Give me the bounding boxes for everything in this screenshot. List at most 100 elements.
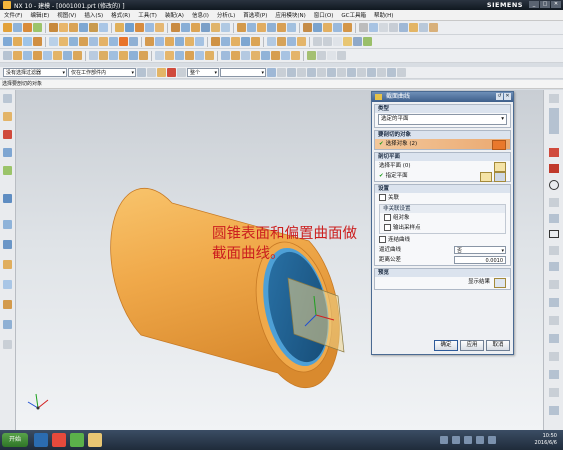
- extract-icon[interactable]: [257, 23, 266, 32]
- fillet-icon[interactable]: [549, 198, 559, 207]
- mirror-icon[interactable]: [247, 23, 256, 32]
- point-icon[interactable]: [3, 37, 12, 46]
- hole-icon[interactable]: [33, 23, 42, 32]
- menu-insert[interactable]: 插入(S): [80, 11, 107, 19]
- dialog-title-bar[interactable]: 截面曲线 ↺ ✕: [372, 92, 513, 102]
- shape-studio-icon[interactable]: [251, 51, 260, 60]
- close-button[interactable]: ✕: [551, 1, 561, 8]
- measure-icon[interactable]: [359, 23, 368, 32]
- swept-icon[interactable]: [165, 37, 174, 46]
- plane-type-dropdown[interactable]: [494, 172, 506, 182]
- synchronous-icon[interactable]: [165, 51, 174, 60]
- snap-view-icon[interactable]: [337, 51, 346, 60]
- curve-rule-select[interactable]: [220, 68, 266, 77]
- sweep-icon[interactable]: [333, 23, 342, 32]
- menu-edit[interactable]: 编辑(E): [26, 11, 53, 19]
- tray-update-icon[interactable]: [488, 436, 496, 444]
- offset-curve-icon[interactable]: [99, 37, 108, 46]
- ok-button[interactable]: 确定: [434, 340, 458, 351]
- arc-icon[interactable]: [549, 164, 559, 173]
- roles-icon[interactable]: [3, 300, 12, 309]
- sheet-metal-icon[interactable]: [241, 51, 250, 60]
- ruled-icon[interactable]: [175, 37, 184, 46]
- pattern-curve-icon[interactable]: [549, 406, 559, 415]
- settings-icon[interactable]: [379, 23, 388, 32]
- cone-icon[interactable]: [69, 23, 78, 32]
- preview-header[interactable]: 预览: [375, 269, 510, 277]
- manufacturing-icon[interactable]: [231, 51, 240, 60]
- wcs-icon[interactable]: [399, 23, 408, 32]
- output-points-row[interactable]: 输出采样点: [380, 223, 505, 233]
- selection-icon[interactable]: [3, 51, 12, 60]
- patch-icon[interactable]: [277, 23, 286, 32]
- cancel-button[interactable]: 取消: [486, 340, 510, 351]
- corner-icon[interactable]: [549, 334, 559, 343]
- trim-sheet-icon[interactable]: [211, 37, 220, 46]
- top-view-icon[interactable]: [53, 51, 62, 60]
- curvature-icon[interactable]: [277, 37, 286, 46]
- tray-ime-icon[interactable]: [464, 436, 472, 444]
- menu-view[interactable]: 视图(V): [53, 11, 80, 19]
- spline-icon[interactable]: [69, 37, 78, 46]
- part-navigator-icon[interactable]: [175, 51, 184, 60]
- menu-file[interactable]: 文件(F): [0, 11, 26, 19]
- filter-icon[interactable]: [137, 68, 146, 77]
- extend-curve-icon[interactable]: [549, 316, 559, 325]
- tab-strip-icon[interactable]: [549, 108, 559, 134]
- assembly-navigator-icon[interactable]: [3, 112, 12, 121]
- extrude-icon[interactable]: [13, 23, 22, 32]
- offset-curve-icon[interactable]: [549, 370, 559, 379]
- assembly-navigator-icon[interactable]: [185, 51, 194, 60]
- menu-analysis[interactable]: 分析(L): [213, 11, 239, 19]
- motion-icon[interactable]: [261, 51, 270, 60]
- split-body-icon[interactable]: [155, 23, 164, 32]
- plane-dialog-button[interactable]: [480, 172, 492, 182]
- blank-icon[interactable]: [109, 51, 118, 60]
- web-browser-icon[interactable]: [3, 194, 12, 203]
- pocket-icon[interactable]: [99, 23, 108, 32]
- snap-quadrant-icon[interactable]: [317, 68, 326, 77]
- front-view-icon[interactable]: [43, 51, 52, 60]
- fit-view-icon[interactable]: [409, 23, 418, 32]
- minimize-button[interactable]: _: [529, 1, 539, 8]
- shaded-icon[interactable]: [13, 51, 22, 60]
- tray-security-icon[interactable]: [476, 436, 484, 444]
- zoom-icon[interactable]: [419, 23, 428, 32]
- move-object-icon[interactable]: [129, 51, 138, 60]
- type-header[interactable]: 类型: [375, 105, 510, 113]
- menu-tools[interactable]: 工具(T): [134, 11, 161, 19]
- reset-icon[interactable]: ↺: [496, 93, 503, 100]
- line-icon[interactable]: [49, 37, 58, 46]
- reuse-library-icon[interactable]: [3, 166, 12, 175]
- tray-network-icon[interactable]: [440, 436, 448, 444]
- select-object-row[interactable]: ✔ 选择对象 (2): [375, 139, 510, 150]
- move-face-icon[interactable]: [303, 23, 312, 32]
- menu-information[interactable]: 信息(I): [188, 11, 213, 19]
- reflection-icon[interactable]: [297, 37, 306, 46]
- analysis-icon[interactable]: [267, 37, 276, 46]
- objects-header[interactable]: 要剖切的对象: [375, 131, 510, 139]
- layer-settings-icon[interactable]: [307, 51, 316, 60]
- menu-gc-toolkit[interactable]: GC工具箱: [337, 11, 370, 19]
- helix-icon[interactable]: [79, 37, 88, 46]
- reset-filter-icon[interactable]: [147, 68, 156, 77]
- circle-icon[interactable]: [549, 180, 559, 190]
- intersect-curve-icon[interactable]: [129, 37, 138, 46]
- snap-pole-icon[interactable]: [367, 68, 376, 77]
- reuse-library-icon[interactable]: [205, 51, 214, 60]
- associative-checkbox[interactable]: [379, 194, 386, 201]
- cylinder-icon[interactable]: [59, 23, 68, 32]
- routing-icon[interactable]: [271, 51, 280, 60]
- menu-format[interactable]: 格式(R): [107, 11, 134, 19]
- specify-plane-row[interactable]: ✔ 指定平面: [375, 171, 510, 182]
- open-file-icon[interactable]: [343, 37, 352, 46]
- grid-icon[interactable]: [327, 51, 336, 60]
- select-object-button[interactable]: [492, 140, 506, 150]
- conic-icon[interactable]: [549, 280, 559, 289]
- join-curves-row[interactable]: 连结曲线: [375, 235, 510, 245]
- snap-bounded-icon[interactable]: [357, 68, 366, 77]
- process-studio-icon[interactable]: [3, 260, 12, 269]
- join-curves-checkbox[interactable]: [379, 236, 386, 243]
- browser-app-icon[interactable]: [52, 433, 66, 447]
- output-points-checkbox[interactable]: [384, 224, 391, 231]
